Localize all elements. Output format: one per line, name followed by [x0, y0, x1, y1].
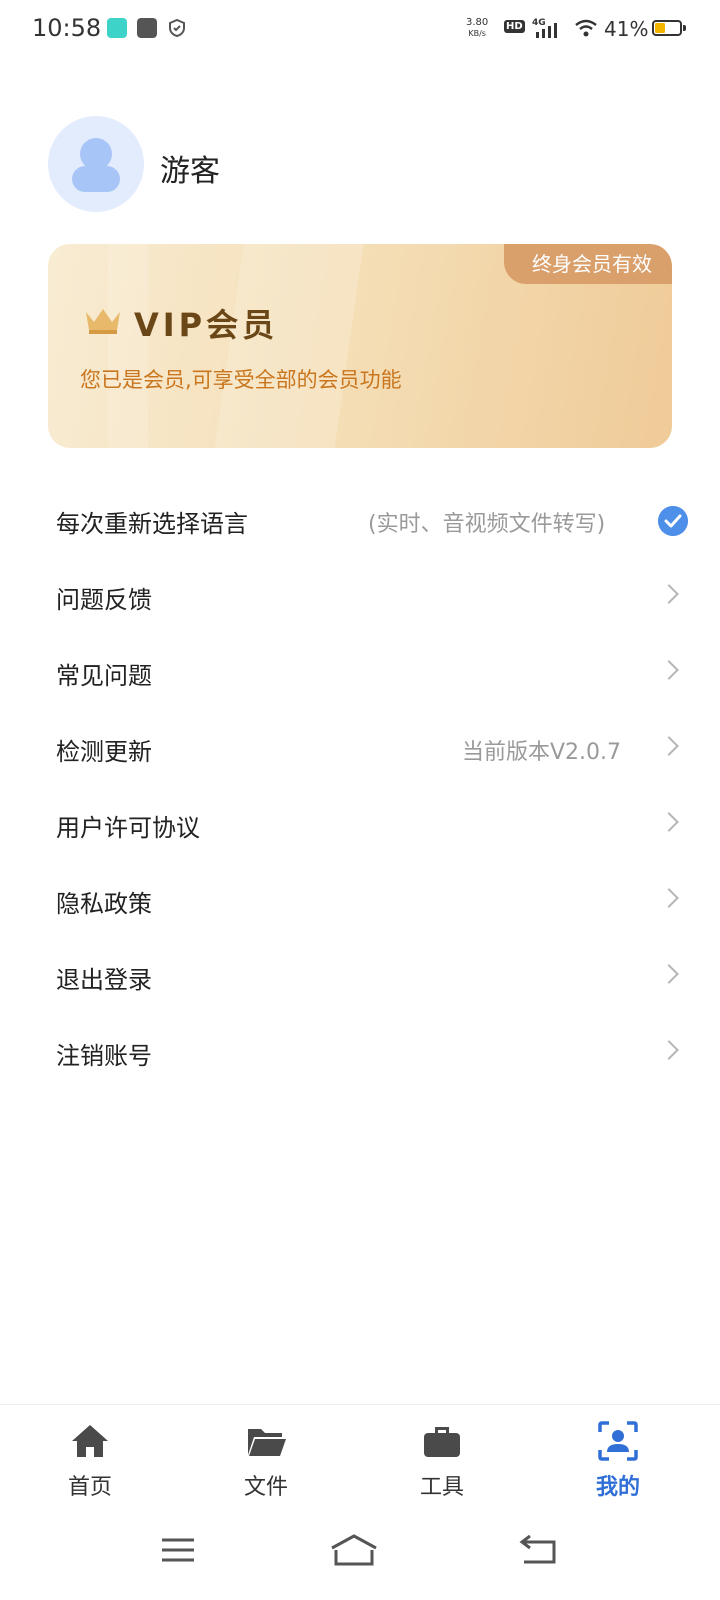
- hd-badge: HD: [504, 20, 525, 33]
- menu-item-label: 检测更新: [56, 738, 152, 766]
- avatar-body: [72, 166, 120, 192]
- avatar[interactable]: [48, 116, 144, 212]
- checkbox-checked-icon[interactable]: [658, 506, 688, 536]
- briefcase-icon: [424, 1427, 460, 1457]
- tab-label: 首页: [67, 1475, 112, 1500]
- bottom-nav: 首页 文件 工具 我的: [0, 1404, 720, 1511]
- tab-label: 工具: [419, 1475, 464, 1500]
- vip-description: 您已是会员,可享受全部的会员功能: [80, 368, 402, 392]
- battery-icon: [652, 20, 682, 36]
- status-time: 10:58: [32, 14, 102, 42]
- tab-label: 文件: [243, 1475, 288, 1500]
- app-notification-icon: [137, 18, 157, 38]
- vip-title: VIP会员: [134, 306, 279, 344]
- tab-files[interactable]: 文件: [176, 1405, 356, 1511]
- status-bar: 10:58 3.80 KB/s HD 4G 41%: [0, 0, 720, 60]
- menu-item-language[interactable]: 每次重新选择语言 (实时、音视频文件转写): [0, 484, 720, 561]
- menu-item-label: 注销账号: [56, 1042, 152, 1070]
- menu-item-value: (实时、音视频文件转写): [368, 512, 606, 537]
- menu-icon[interactable]: [148, 1530, 208, 1570]
- menu-item-faq[interactable]: 常见问题: [0, 636, 720, 713]
- network-speed: 3.80 KB/s: [466, 17, 488, 39]
- battery-tip: [683, 25, 686, 31]
- home-nav-icon[interactable]: [324, 1530, 384, 1570]
- menu-item-label: 退出登录: [56, 966, 152, 994]
- chevron-right-icon: [659, 812, 679, 832]
- profile-icon: [598, 1421, 638, 1461]
- menu-item-license[interactable]: 用户许可协议: [0, 788, 720, 865]
- signal-icon: 4G: [532, 18, 557, 38]
- tab-home[interactable]: 首页: [0, 1405, 180, 1511]
- menu-item-label: 隐私政策: [56, 890, 152, 918]
- tab-mine[interactable]: 我的: [528, 1405, 708, 1511]
- network-speed-unit: KB/s: [468, 29, 486, 38]
- back-icon[interactable]: [508, 1530, 568, 1570]
- chevron-right-icon: [659, 584, 679, 604]
- menu-item-check-update[interactable]: 检测更新 当前版本V2.0.7: [0, 712, 720, 789]
- battery-percent: 41%: [604, 17, 649, 41]
- chevron-right-icon: [659, 1040, 679, 1060]
- version-text: 当前版本V2.0.7: [462, 740, 622, 765]
- shield-icon: [169, 18, 185, 38]
- wifi-icon: [575, 19, 597, 37]
- vip-lifetime-badge: 终身会员有效: [504, 244, 672, 284]
- menu-item-privacy[interactable]: 隐私政策: [0, 864, 720, 941]
- menu-item-label: 问题反馈: [56, 586, 152, 614]
- tab-tools[interactable]: 工具: [352, 1405, 532, 1511]
- chevron-right-icon: [659, 736, 679, 756]
- vip-card-decoration: [108, 244, 148, 448]
- chevron-right-icon: [659, 888, 679, 908]
- username[interactable]: 游客: [160, 146, 220, 190]
- vip-card-decoration: [208, 244, 368, 448]
- app-notification-icon: [107, 18, 127, 38]
- vip-card[interactable]: 终身会员有效 VIP会员 您已是会员,可享受全部的会员功能: [48, 244, 672, 448]
- folder-icon: [248, 1429, 286, 1456]
- menu-item-label: 用户许可协议: [56, 814, 200, 842]
- menu-item-label: 常见问题: [56, 662, 152, 690]
- menu-item-label: 每次重新选择语言: [56, 510, 248, 538]
- menu-item-delete-account[interactable]: 注销账号: [0, 1016, 720, 1093]
- svg-text:4G: 4G: [532, 18, 546, 28]
- menu-item-feedback[interactable]: 问题反馈: [0, 560, 720, 637]
- system-nav-bar: [0, 1520, 720, 1600]
- menu-item-logout[interactable]: 退出登录: [0, 940, 720, 1017]
- tab-label: 我的: [595, 1475, 640, 1500]
- chevron-right-icon: [659, 660, 679, 680]
- chevron-right-icon: [659, 964, 679, 984]
- network-speed-value: 3.80: [466, 17, 489, 28]
- crown-icon: [86, 309, 120, 334]
- home-icon: [72, 1425, 108, 1457]
